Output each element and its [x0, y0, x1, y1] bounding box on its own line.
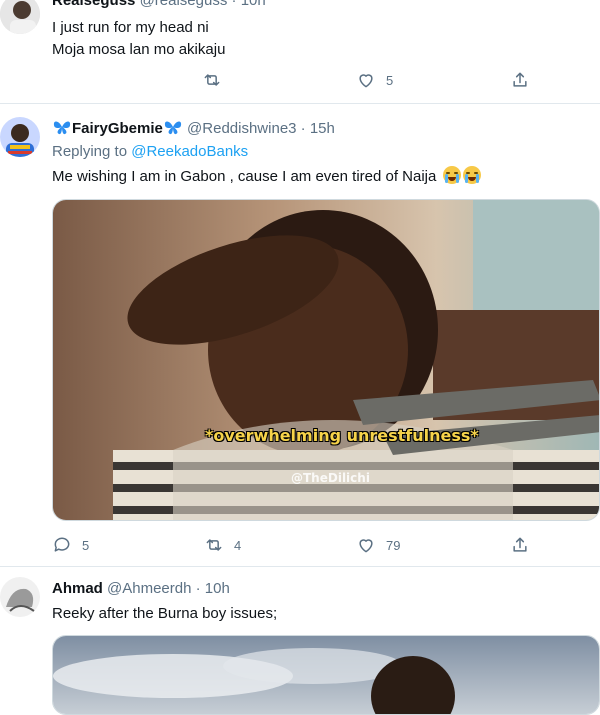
display-name[interactable]: FairyGbemie — [72, 120, 163, 137]
tweet-actions: 5 — [52, 70, 542, 94]
tweet-text-body: Me wishing I am in Gabon , cause I am ev… — [52, 168, 437, 185]
tweet-header: Realseguss @realseguss · 10h — [52, 0, 266, 9]
share-button[interactable] — [510, 70, 530, 90]
crying-face-icon — [462, 166, 481, 184]
share-icon — [513, 537, 527, 552]
display-name[interactable]: Realseguss — [52, 0, 135, 9]
heart-icon — [359, 74, 373, 88]
tweet-media-image[interactable] — [52, 635, 600, 715]
media-photo — [53, 636, 599, 714]
retweet-button[interactable]: 4 — [204, 535, 241, 555]
like-count: 79 — [386, 537, 401, 553]
crying-face-icon — [442, 166, 461, 184]
tweet-realseguss[interactable]: Realseguss @realseguss · 10h I just run … — [0, 0, 600, 100]
retweet-icon — [206, 539, 222, 551]
retweet-count: 4 — [234, 537, 242, 553]
avatar[interactable] — [0, 117, 40, 157]
media-caption: *overwhelming unrestfulness* — [205, 426, 479, 445]
media-watermark: @TheDilichi — [291, 471, 370, 485]
tweet-text-line-1: I just run for my head ni — [52, 19, 209, 36]
user-handle[interactable]: @realseguss — [140, 0, 228, 9]
timestamp[interactable]: 10h — [241, 0, 266, 9]
like-button[interactable]: 5 — [356, 70, 393, 90]
user-handle[interactable]: @Ahmeerdh — [107, 580, 191, 597]
timestamp[interactable]: 15h — [310, 120, 335, 137]
tweet-media-image[interactable]: *overwhelming unrestfulness* @TheDilichi — [52, 199, 600, 521]
reply-icon — [54, 537, 70, 552]
separator: · — [231, 0, 237, 9]
tweet-fairygbemie[interactable]: FairyGbemie @Reddishwine3 · 15h Replying… — [0, 104, 600, 564]
tweet-header: FairyGbemie @Reddishwine3 · 15h — [52, 119, 335, 139]
tweet-ahmad[interactable]: Ahmad @Ahmeerdh · 10h Reeky after the Bu… — [0, 567, 600, 715]
avatar[interactable] — [0, 0, 40, 34]
replying-to-handle[interactable]: @ReekadoBanks — [131, 143, 248, 160]
separator: · — [300, 120, 306, 137]
heart-icon — [359, 539, 373, 553]
like-count: 5 — [386, 72, 394, 88]
tweet-actions: 5 4 79 — [52, 535, 542, 559]
tweet-header: Ahmad @Ahmeerdh · 10h — [52, 580, 230, 597]
user-handle[interactable]: @Reddishwine3 — [187, 120, 296, 137]
replying-to: Replying to @ReekadoBanks — [52, 143, 248, 160]
reply-button[interactable]: 5 — [52, 535, 89, 555]
timestamp[interactable]: 10h — [205, 580, 230, 597]
retweet-button[interactable] — [202, 70, 222, 90]
separator: · — [195, 580, 201, 597]
like-button[interactable]: 79 — [356, 535, 400, 555]
tweet-text: Me wishing I am in Gabon , cause I am ev… — [52, 166, 481, 188]
tweet-text: Reeky after the Burna boy issues; — [52, 605, 278, 622]
replying-to-label: Replying to — [52, 143, 128, 160]
tweet-text-line-2: Moja mosa lan mo akikaju — [52, 41, 226, 58]
butterfly-icon — [163, 119, 183, 139]
share-icon — [513, 72, 527, 87]
display-name[interactable]: Ahmad — [52, 580, 103, 597]
reply-count: 5 — [82, 537, 90, 553]
butterfly-icon — [52, 119, 72, 139]
avatar[interactable] — [0, 577, 40, 617]
share-button[interactable] — [510, 535, 530, 555]
retweet-icon — [204, 74, 220, 86]
